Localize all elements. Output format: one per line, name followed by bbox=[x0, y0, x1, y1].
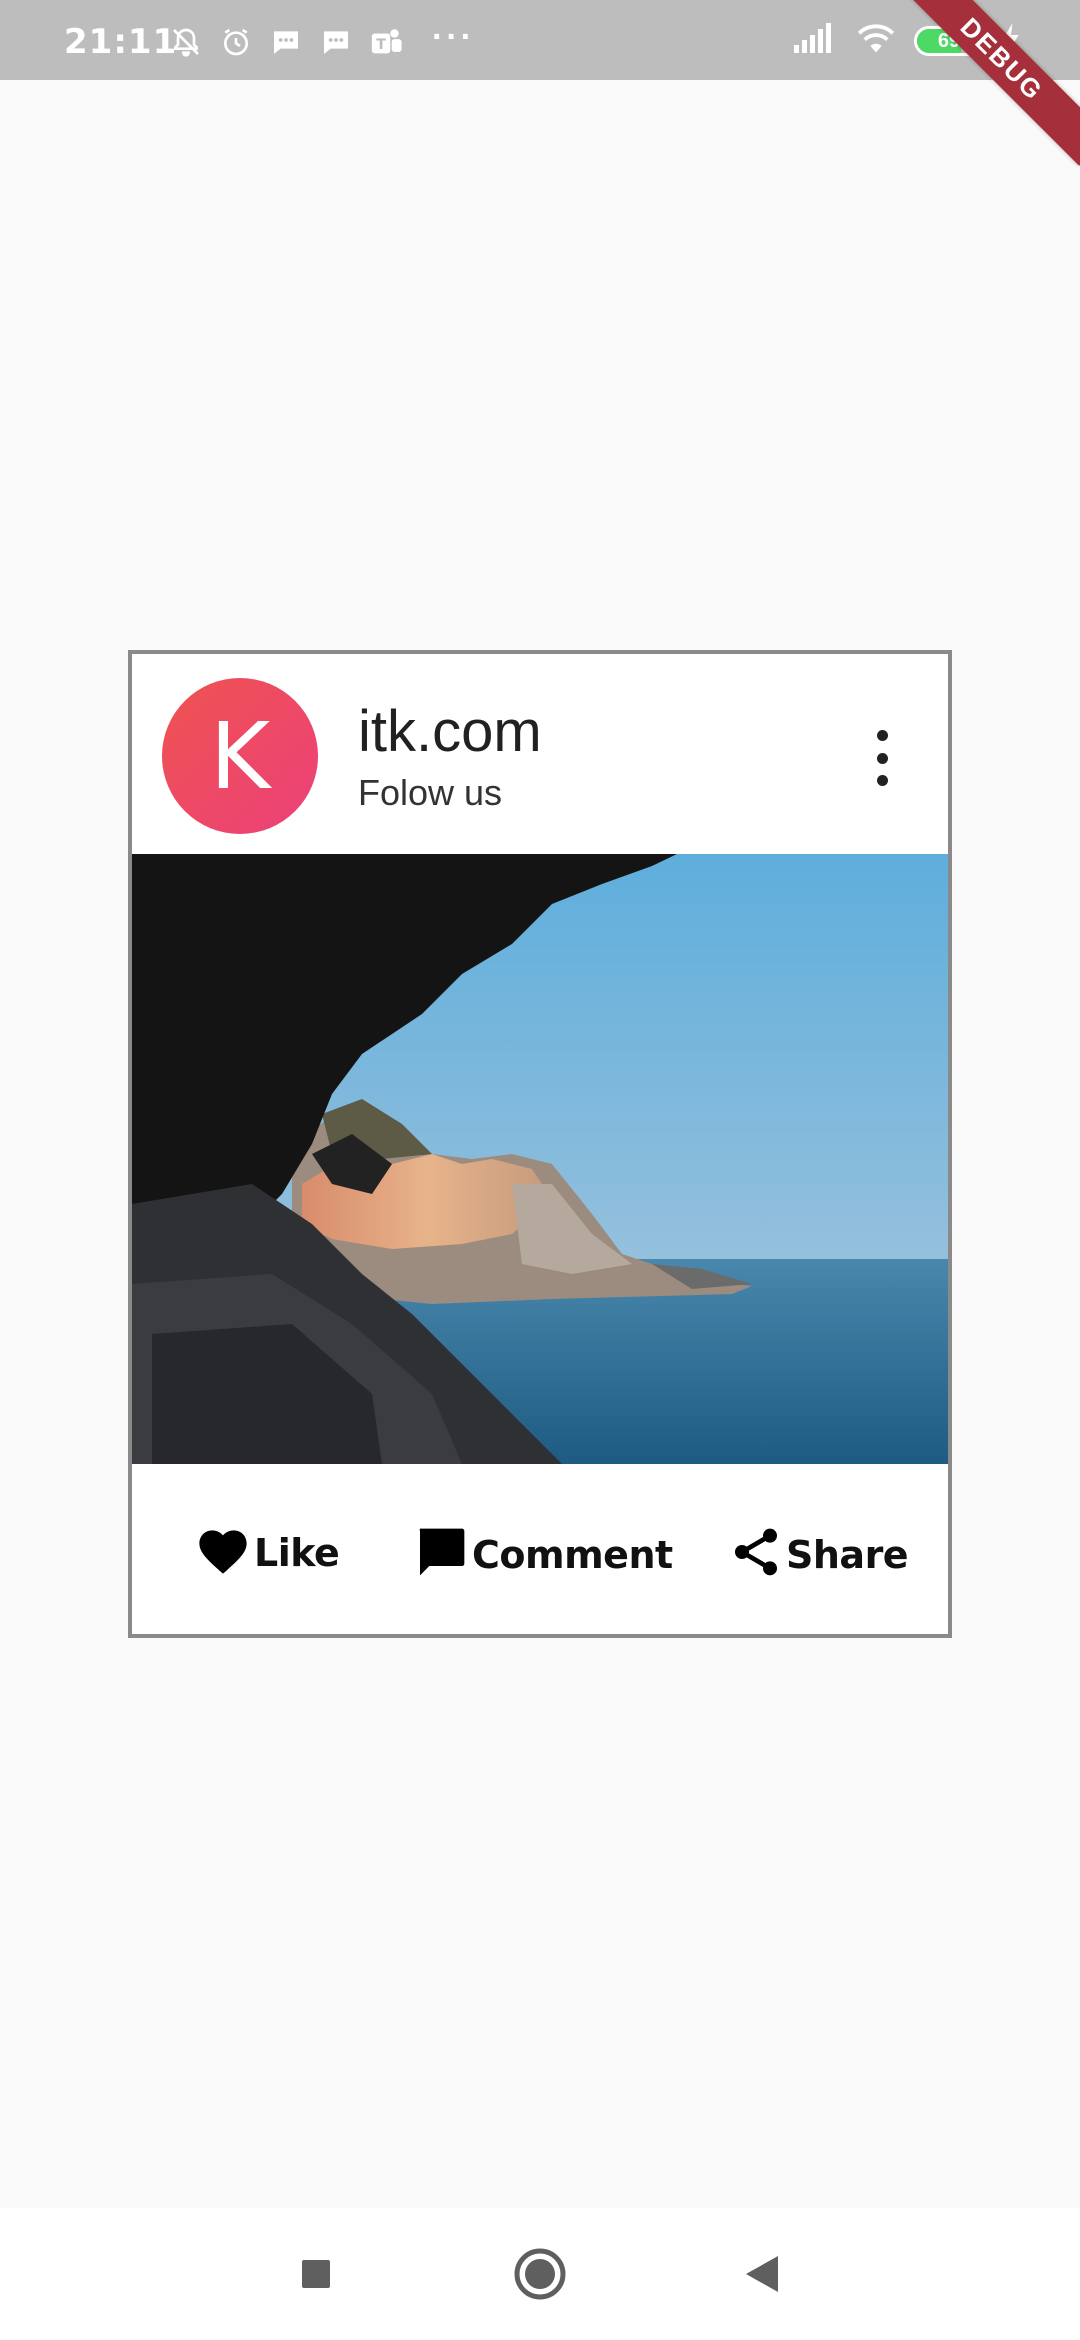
recents-button[interactable] bbox=[286, 2244, 346, 2304]
comment-button[interactable]: Comment bbox=[412, 1524, 673, 1585]
wifi-icon bbox=[856, 22, 896, 59]
signal-icon bbox=[794, 23, 838, 58]
app-screen: 21:11 T ··· 69 DEBUG K itk.com Folow us … bbox=[0, 0, 1080, 2340]
more-vert-icon bbox=[876, 730, 888, 741]
more-options-button[interactable] bbox=[872, 730, 892, 786]
silent-bell-icon bbox=[168, 24, 204, 60]
status-time: 21:11 bbox=[64, 22, 178, 62]
navigation-bar bbox=[0, 2208, 1080, 2340]
share-label: Share bbox=[786, 1532, 909, 1577]
post-image bbox=[132, 854, 948, 1464]
comment-icon bbox=[412, 1524, 470, 1585]
svg-text:T: T bbox=[376, 37, 386, 53]
card-header: K itk.com Folow us bbox=[132, 654, 948, 854]
like-button[interactable]: Like bbox=[194, 1524, 340, 1581]
alarm-icon bbox=[218, 24, 254, 60]
coastal-village-cave-photo bbox=[132, 854, 948, 1464]
message-icon bbox=[318, 24, 354, 60]
more-vert-dot bbox=[876, 775, 888, 786]
share-button[interactable]: Share bbox=[728, 1524, 909, 1585]
home-circle-icon bbox=[514, 2248, 566, 2300]
status-bar: 21:11 T ··· 69 DEBUG bbox=[0, 0, 1080, 166]
avatar[interactable]: K bbox=[162, 678, 318, 834]
post-card: K itk.com Folow us Like Comment Share bbox=[128, 650, 952, 1638]
comment-label: Comment bbox=[472, 1532, 673, 1577]
more-vert-dot bbox=[876, 752, 888, 764]
card-title: itk.com bbox=[358, 699, 542, 764]
notification-icons: T bbox=[168, 24, 404, 60]
teams-icon: T bbox=[368, 24, 404, 60]
share-icon bbox=[728, 1524, 784, 1585]
card-subtitle: Folow us bbox=[358, 772, 503, 813]
more-notifications-indicator: ··· bbox=[432, 18, 475, 56]
back-triangle-icon bbox=[746, 2256, 778, 2292]
heart-icon bbox=[194, 1524, 252, 1581]
card-actions: Like Comment Share bbox=[132, 1464, 948, 1634]
recents-square-icon bbox=[302, 2260, 330, 2288]
like-label: Like bbox=[254, 1530, 340, 1575]
home-button[interactable] bbox=[510, 2244, 570, 2304]
back-button[interactable] bbox=[732, 2244, 792, 2304]
message-icon bbox=[268, 24, 304, 60]
